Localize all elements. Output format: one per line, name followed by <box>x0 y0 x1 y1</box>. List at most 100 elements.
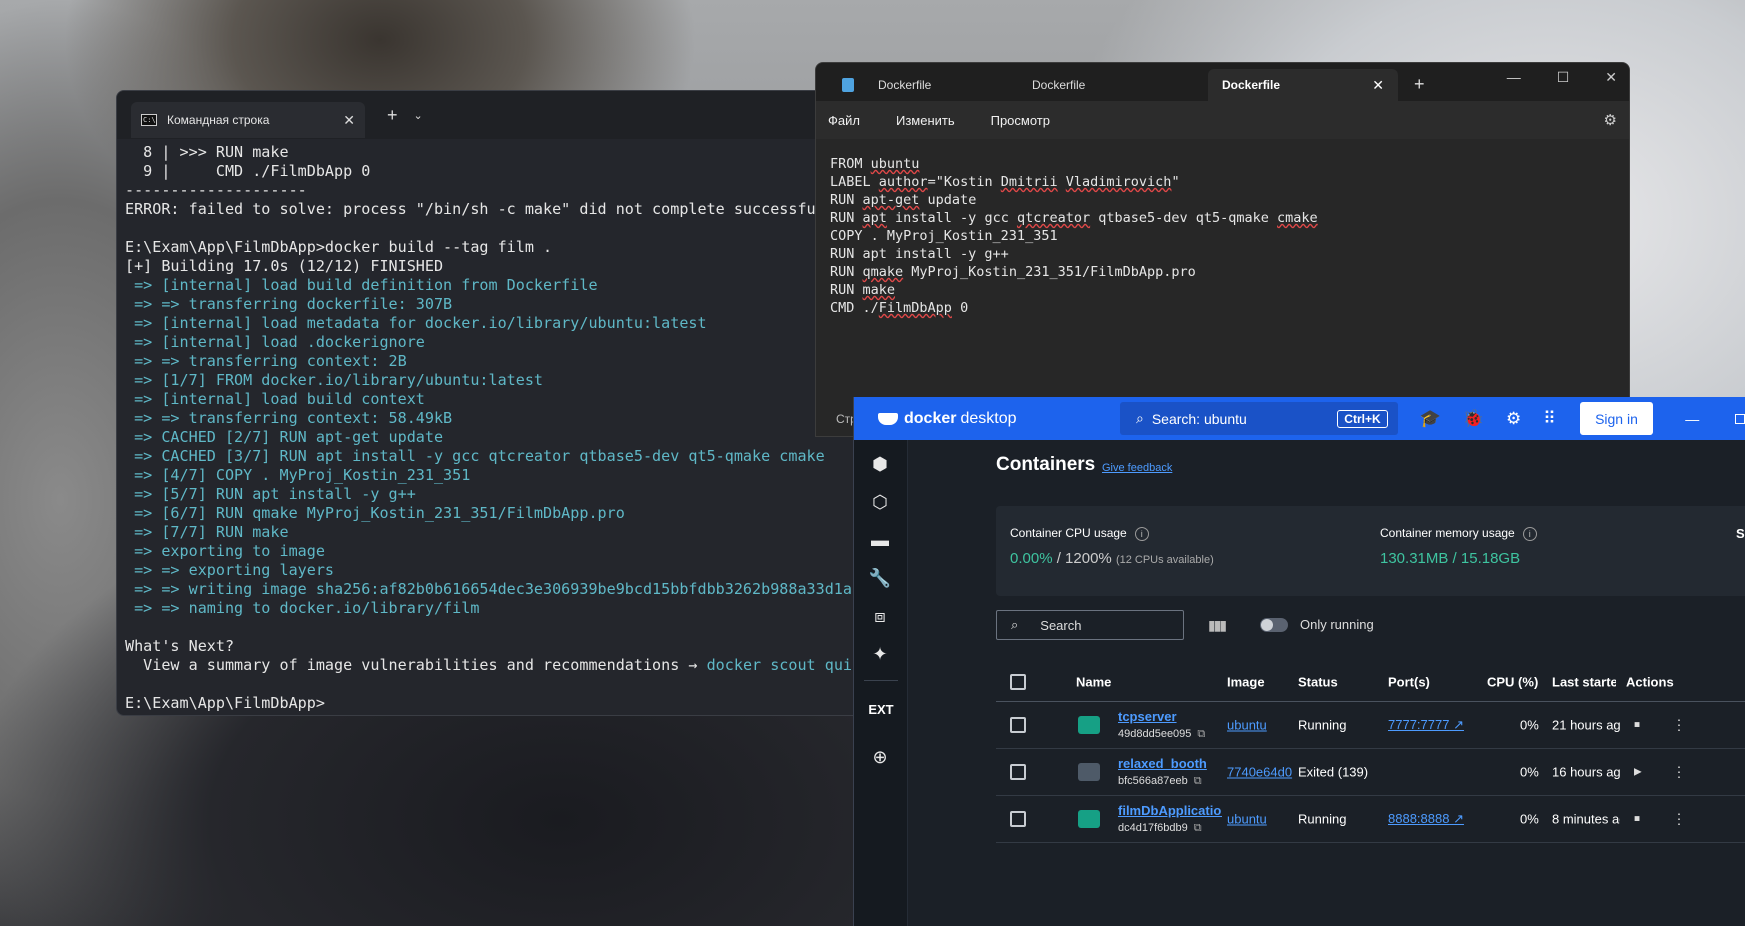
editor-line: RUN apt-get update <box>830 191 1615 209</box>
more-options-icon[interactable]: ⋮ <box>1672 811 1686 828</box>
dev-environments-icon[interactable]: ⧈ <box>868 604 892 628</box>
menu-edit[interactable]: Изменить <box>896 113 955 128</box>
container-name-link[interactable]: filmDbApplication <box>1118 803 1222 818</box>
copy-icon[interactable]: ⧉ <box>1197 728 1205 740</box>
columns-icon[interactable]: ▮▮▮ <box>1208 617 1227 634</box>
start-button[interactable]: ▶ <box>1634 767 1642 778</box>
containers-icon[interactable]: ⬢ <box>868 452 892 476</box>
minimize-button[interactable]: — <box>1507 69 1521 86</box>
container-search-input[interactable]: ⌕ Search <box>996 610 1184 640</box>
sidebar-divider <box>864 680 898 681</box>
cpu-usage-total: / 1200% <box>1052 550 1116 567</box>
gear-icon[interactable]: ⚙ <box>1604 111 1617 129</box>
minimize-button[interactable]: — <box>1685 411 1699 427</box>
copy-icon[interactable]: ⧉ <box>1194 822 1202 834</box>
global-search[interactable]: ⌕ Search: ubuntu Ctrl+K <box>1119 402 1398 435</box>
new-tab-button[interactable]: + <box>1414 74 1425 95</box>
container-name-cell: relaxed_booth bfc566a87eeb ⧉ <box>1118 756 1222 788</box>
column-header-status[interactable]: Status <box>1298 674 1338 689</box>
terminal-line-text: View a summary of image vulnerabilities … <box>125 656 707 674</box>
container-id: bfc566a87eeb ⧉ <box>1118 775 1222 788</box>
image-link[interactable]: 7740e64d0 <box>1227 765 1292 780</box>
notepad-tab-3[interactable]: Dockerfile ✕ <box>1208 69 1398 101</box>
docker-logo: docker desktop <box>878 410 1120 428</box>
learning-center-icon[interactable]: 🎓 <box>1420 409 1441 429</box>
more-options-icon[interactable]: ⋮ <box>1672 717 1686 734</box>
checkbox[interactable] <box>1010 673 1026 690</box>
close-window-button[interactable]: ✕ <box>1605 69 1617 86</box>
scout-icon[interactable]: ✦ <box>868 642 892 666</box>
row-checkbox[interactable] <box>1010 717 1026 733</box>
topbar-icons: 🎓 🐞 ⚙ ⠿ <box>1420 409 1556 429</box>
external-link-icon[interactable]: ↗ <box>1449 717 1464 732</box>
terminal-line: => => transferring context: 58.49kB <box>125 409 852 428</box>
maximize-button[interactable]: ☐ <box>1557 69 1570 86</box>
external-link-icon[interactable]: ↗ <box>1449 811 1464 826</box>
spellcheck-word: Vladimirovich <box>1065 174 1172 190</box>
maximize-button[interactable] <box>1735 413 1745 424</box>
image-link[interactable]: ubuntu <box>1227 812 1267 827</box>
notepad-window: Dockerfile Dockerfile Dockerfile ✕ + — ☐… <box>815 62 1630 437</box>
cpu-usage-number: 0.00% <box>1010 550 1053 567</box>
table-row: filmDbApplication dc4d17f6bdb9 ⧉ ubuntu Runn… <box>996 796 1745 843</box>
row-checkbox[interactable] <box>1010 764 1026 780</box>
builds-icon[interactable]: 🔧 <box>868 566 892 590</box>
port-link[interactable]: 8888:8888 <box>1388 811 1449 826</box>
more-options-icon[interactable]: ⋮ <box>1672 764 1686 781</box>
column-header-ports[interactable]: Port(s) <box>1388 674 1430 689</box>
checkbox[interactable] <box>1010 717 1026 733</box>
terminal-line-text: => CACHED [2/7] RUN apt-get update <box>125 428 444 446</box>
spellcheck-word: qtcreator <box>1016 210 1091 226</box>
container-name-link[interactable]: relaxed_booth <box>1118 756 1222 771</box>
grid-icon[interactable]: ⠿ <box>1543 409 1555 429</box>
stop-button[interactable]: ■ <box>1634 814 1640 825</box>
terminal-line-text: => [internal] load build context <box>125 390 425 408</box>
volumes-icon[interactable]: ▬ <box>868 528 892 552</box>
gear-icon[interactable]: ⚙ <box>1506 409 1521 429</box>
menu-file[interactable]: Файл <box>828 113 860 128</box>
cpu-count-note: (12 CPUs available) <box>1115 554 1214 566</box>
memory-usage-label-text: Container memory usage <box>1380 526 1515 540</box>
notepad-tab-2[interactable]: Dockerfile <box>1018 69 1208 101</box>
image-link[interactable]: ubuntu <box>1227 718 1267 733</box>
sign-in-button[interactable]: Sign in <box>1579 402 1654 435</box>
close-icon[interactable]: ✕ <box>343 112 355 129</box>
cmd-tab[interactable]: C:\ Командная строка ✕ <box>131 102 365 138</box>
column-header-cpu[interactable]: CPU (%) <box>1487 674 1538 689</box>
only-running-toggle[interactable] <box>1260 618 1288 632</box>
bug-icon[interactable]: 🐞 <box>1463 409 1484 429</box>
info-icon[interactable]: i <box>1522 526 1537 541</box>
info-icon[interactable]: i <box>1134 526 1149 541</box>
new-tab-button[interactable]: + <box>387 105 398 126</box>
search-shortcut: Ctrl+K <box>1337 409 1388 428</box>
menu-view[interactable]: Просмотр <box>991 113 1050 128</box>
copy-icon[interactable]: ⧉ <box>1194 775 1202 787</box>
column-header-name[interactable]: Name <box>1076 674 1111 689</box>
checkbox[interactable] <box>1010 764 1026 780</box>
column-header-actions[interactable]: Actions <box>1626 674 1674 689</box>
notepad-tab-1[interactable]: Dockerfile <box>828 69 1018 101</box>
row-checkbox[interactable] <box>1010 811 1026 827</box>
give-feedback-link[interactable]: Give feedback <box>1102 462 1172 474</box>
checkbox[interactable] <box>1010 811 1026 827</box>
show-charts-button[interactable]: Show charts <box>1736 526 1745 541</box>
select-all-checkbox[interactable] <box>1010 673 1026 690</box>
column-header-last-started[interactable]: Last started <box>1552 674 1616 689</box>
close-icon[interactable]: ✕ <box>1372 77 1384 94</box>
chevron-down-icon[interactable]: ⌄ <box>414 109 423 122</box>
stop-button[interactable]: ■ <box>1634 720 1640 731</box>
extensions-label[interactable]: EXT <box>862 702 900 717</box>
terminal-output[interactable]: 8 | >>> RUN make 9 | CMD ./FilmDbApp 0 --… <box>117 139 860 715</box>
column-header-image[interactable]: Image <box>1227 674 1265 689</box>
notepad-editor[interactable]: FROM ubuntu LABEL author="Kostin Dmitrii … <box>816 139 1629 436</box>
terminal-line: => [internal] load build context <box>125 390 852 409</box>
terminal-line: => exporting to image <box>125 542 852 561</box>
table-row: tcpserver 49d8dd5ee095 ⧉ ubuntu Running 7777:… <box>996 702 1745 749</box>
editor-text: RUN <box>830 264 863 280</box>
port-link[interactable]: 7777:7777 <box>1388 717 1449 732</box>
notepad-tab-label: Dockerfile <box>1032 78 1086 92</box>
container-name-link[interactable]: tcpserver <box>1118 709 1222 724</box>
add-extension-icon[interactable]: ⊕ <box>868 745 892 769</box>
images-icon[interactable]: ⬡ <box>868 490 892 514</box>
terminal-line-text: => CACHED [3/7] RUN apt install -y gcc q… <box>125 447 825 465</box>
